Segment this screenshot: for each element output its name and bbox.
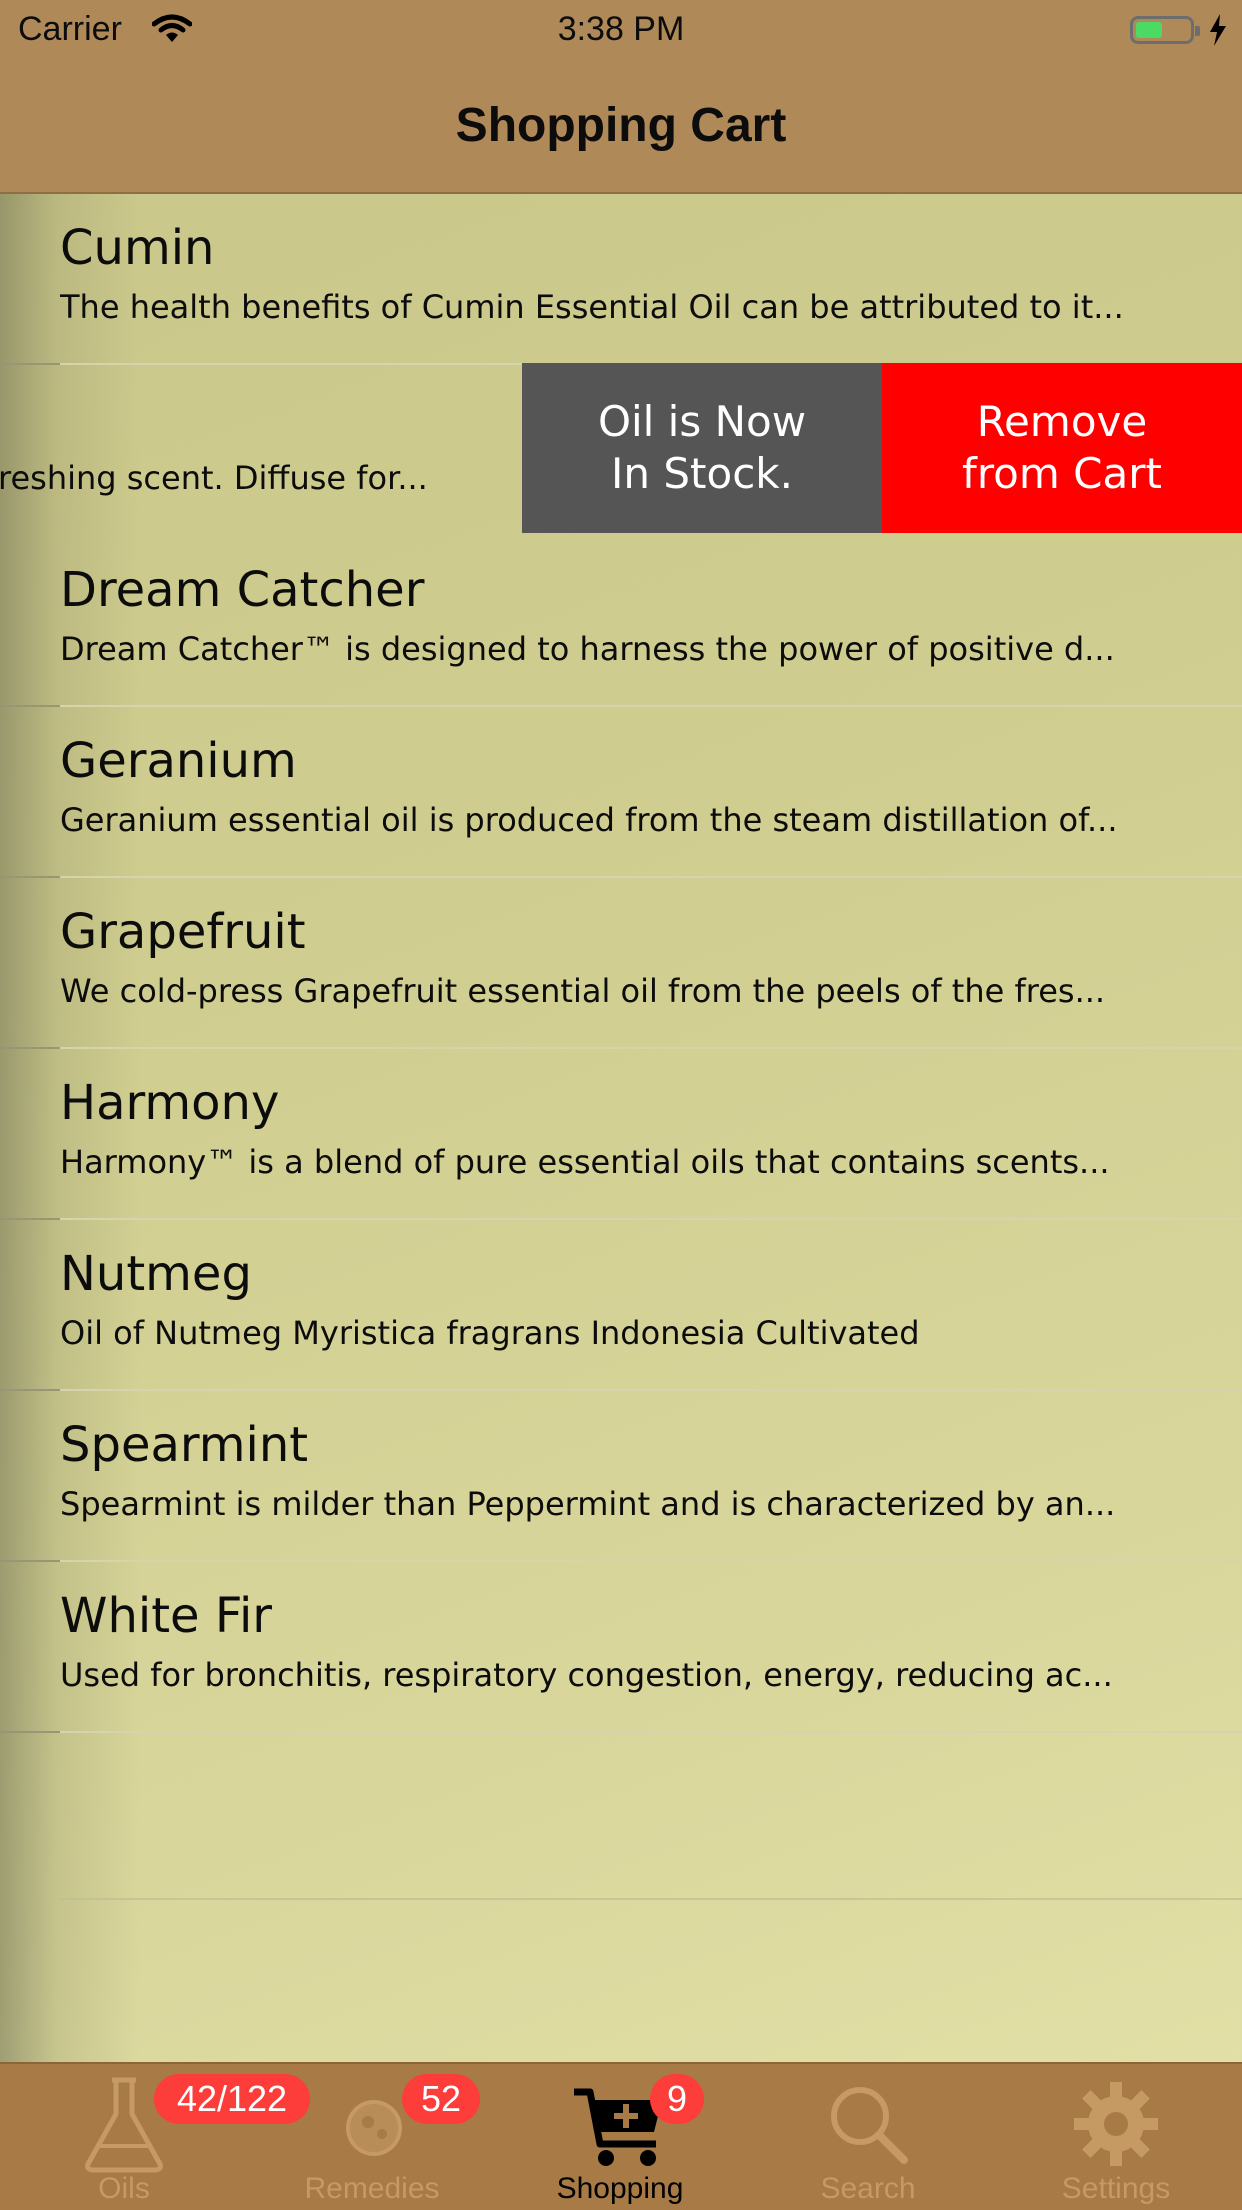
item-name: Spearmint — [60, 1417, 309, 1473]
item-name: Nutmeg — [60, 1246, 252, 1302]
item-name: Dream Catcher — [60, 562, 425, 618]
list-item[interactable]: Nutmeg Oil of Nutmeg Myristica fragrans … — [0, 1218, 1242, 1391]
empty-row-divider — [60, 1898, 1242, 1900]
remove-label: Remove from Cart — [962, 397, 1162, 498]
item-description-fragment: reshing scent. Diffuse for... — [0, 459, 428, 497]
item-description: Used for bronchitis, respiratory congest… — [60, 1656, 1113, 1694]
tab-badge: 9 — [650, 2074, 704, 2124]
item-name: Geranium — [60, 733, 297, 789]
battery-icon — [1130, 16, 1200, 44]
list-item[interactable]: Dream Catcher Dream Catcher™ is designed… — [0, 534, 1242, 707]
item-name: Harmony — [60, 1075, 280, 1131]
status-time: 3:38 PM — [557, 10, 685, 48]
status-bar: Carrier 3:38 PM — [0, 8, 1242, 54]
item-description: Harmony™ is a blend of pure essential oi… — [60, 1143, 1110, 1181]
charging-icon — [1210, 14, 1226, 46]
gear-icon — [1074, 2082, 1158, 2166]
list-item[interactable]: Grapefruit We cold-press Grapefruit esse… — [0, 876, 1242, 1049]
tab-remedies[interactable]: 52 Remedies — [248, 2064, 496, 2210]
item-name: White Fir — [60, 1588, 273, 1644]
item-description: We cold-press Grapefruit essential oil f… — [60, 972, 1106, 1010]
search-icon — [831, 2087, 908, 2164]
swiped-list-item[interactable]: reshing scent. Diffuse for... Oil is Now… — [0, 363, 1242, 533]
remove-from-cart-button[interactable]: Remove from Cart — [882, 363, 1242, 533]
tab-label: Remedies — [304, 2172, 440, 2205]
tab-label: Shopping — [556, 2172, 684, 2205]
tab-settings[interactable]: Settings — [992, 2064, 1240, 2210]
list-item[interactable]: Harmony Harmony™ is a blend of pure esse… — [0, 1047, 1242, 1220]
in-stock-label: Oil is Now In Stock. — [597, 397, 807, 498]
navigation-bar: Carrier 3:38 PM Shopping Cart — [0, 0, 1242, 194]
list-item[interactable]: Cumin The health benefits of Cumin Essen… — [0, 192, 1242, 365]
tab-bar: 42/122 Oils 52 Remedies 9 Shopping Searc… — [0, 2062, 1242, 2210]
list-item[interactable]: Geranium Geranium essential oil is produ… — [0, 705, 1242, 878]
tab-search[interactable]: Search — [744, 2064, 992, 2210]
list-item[interactable]: Spearmint Spearmint is milder than Peppe… — [0, 1389, 1242, 1562]
item-description: Dream Catcher™ is designed to harness th… — [60, 630, 1115, 668]
item-name: Cumin — [60, 220, 215, 276]
item-description: Spearmint is milder than Peppermint and … — [60, 1485, 1116, 1523]
item-description: The health benefits of Cumin Essential O… — [60, 288, 1124, 326]
tab-shopping[interactable]: 9 Shopping — [496, 2064, 744, 2210]
page-title: Shopping Cart — [455, 99, 787, 152]
in-stock-button[interactable]: Oil is Now In Stock. — [522, 363, 882, 533]
item-name: Grapefruit — [60, 904, 306, 960]
tab-label: Search — [820, 2172, 916, 2205]
item-description: Geranium essential oil is produced from … — [60, 801, 1118, 839]
tab-label: Oils — [98, 2172, 150, 2205]
list-item[interactable]: White Fir Used for bronchitis, respirato… — [0, 1560, 1242, 1733]
tab-oils[interactable]: 42/122 Oils — [0, 2064, 310, 2210]
tab-badge: 52 — [402, 2074, 480, 2124]
tab-label: Settings — [1061, 2172, 1171, 2205]
item-description: Oil of Nutmeg Myristica fragrans Indones… — [60, 1314, 920, 1352]
